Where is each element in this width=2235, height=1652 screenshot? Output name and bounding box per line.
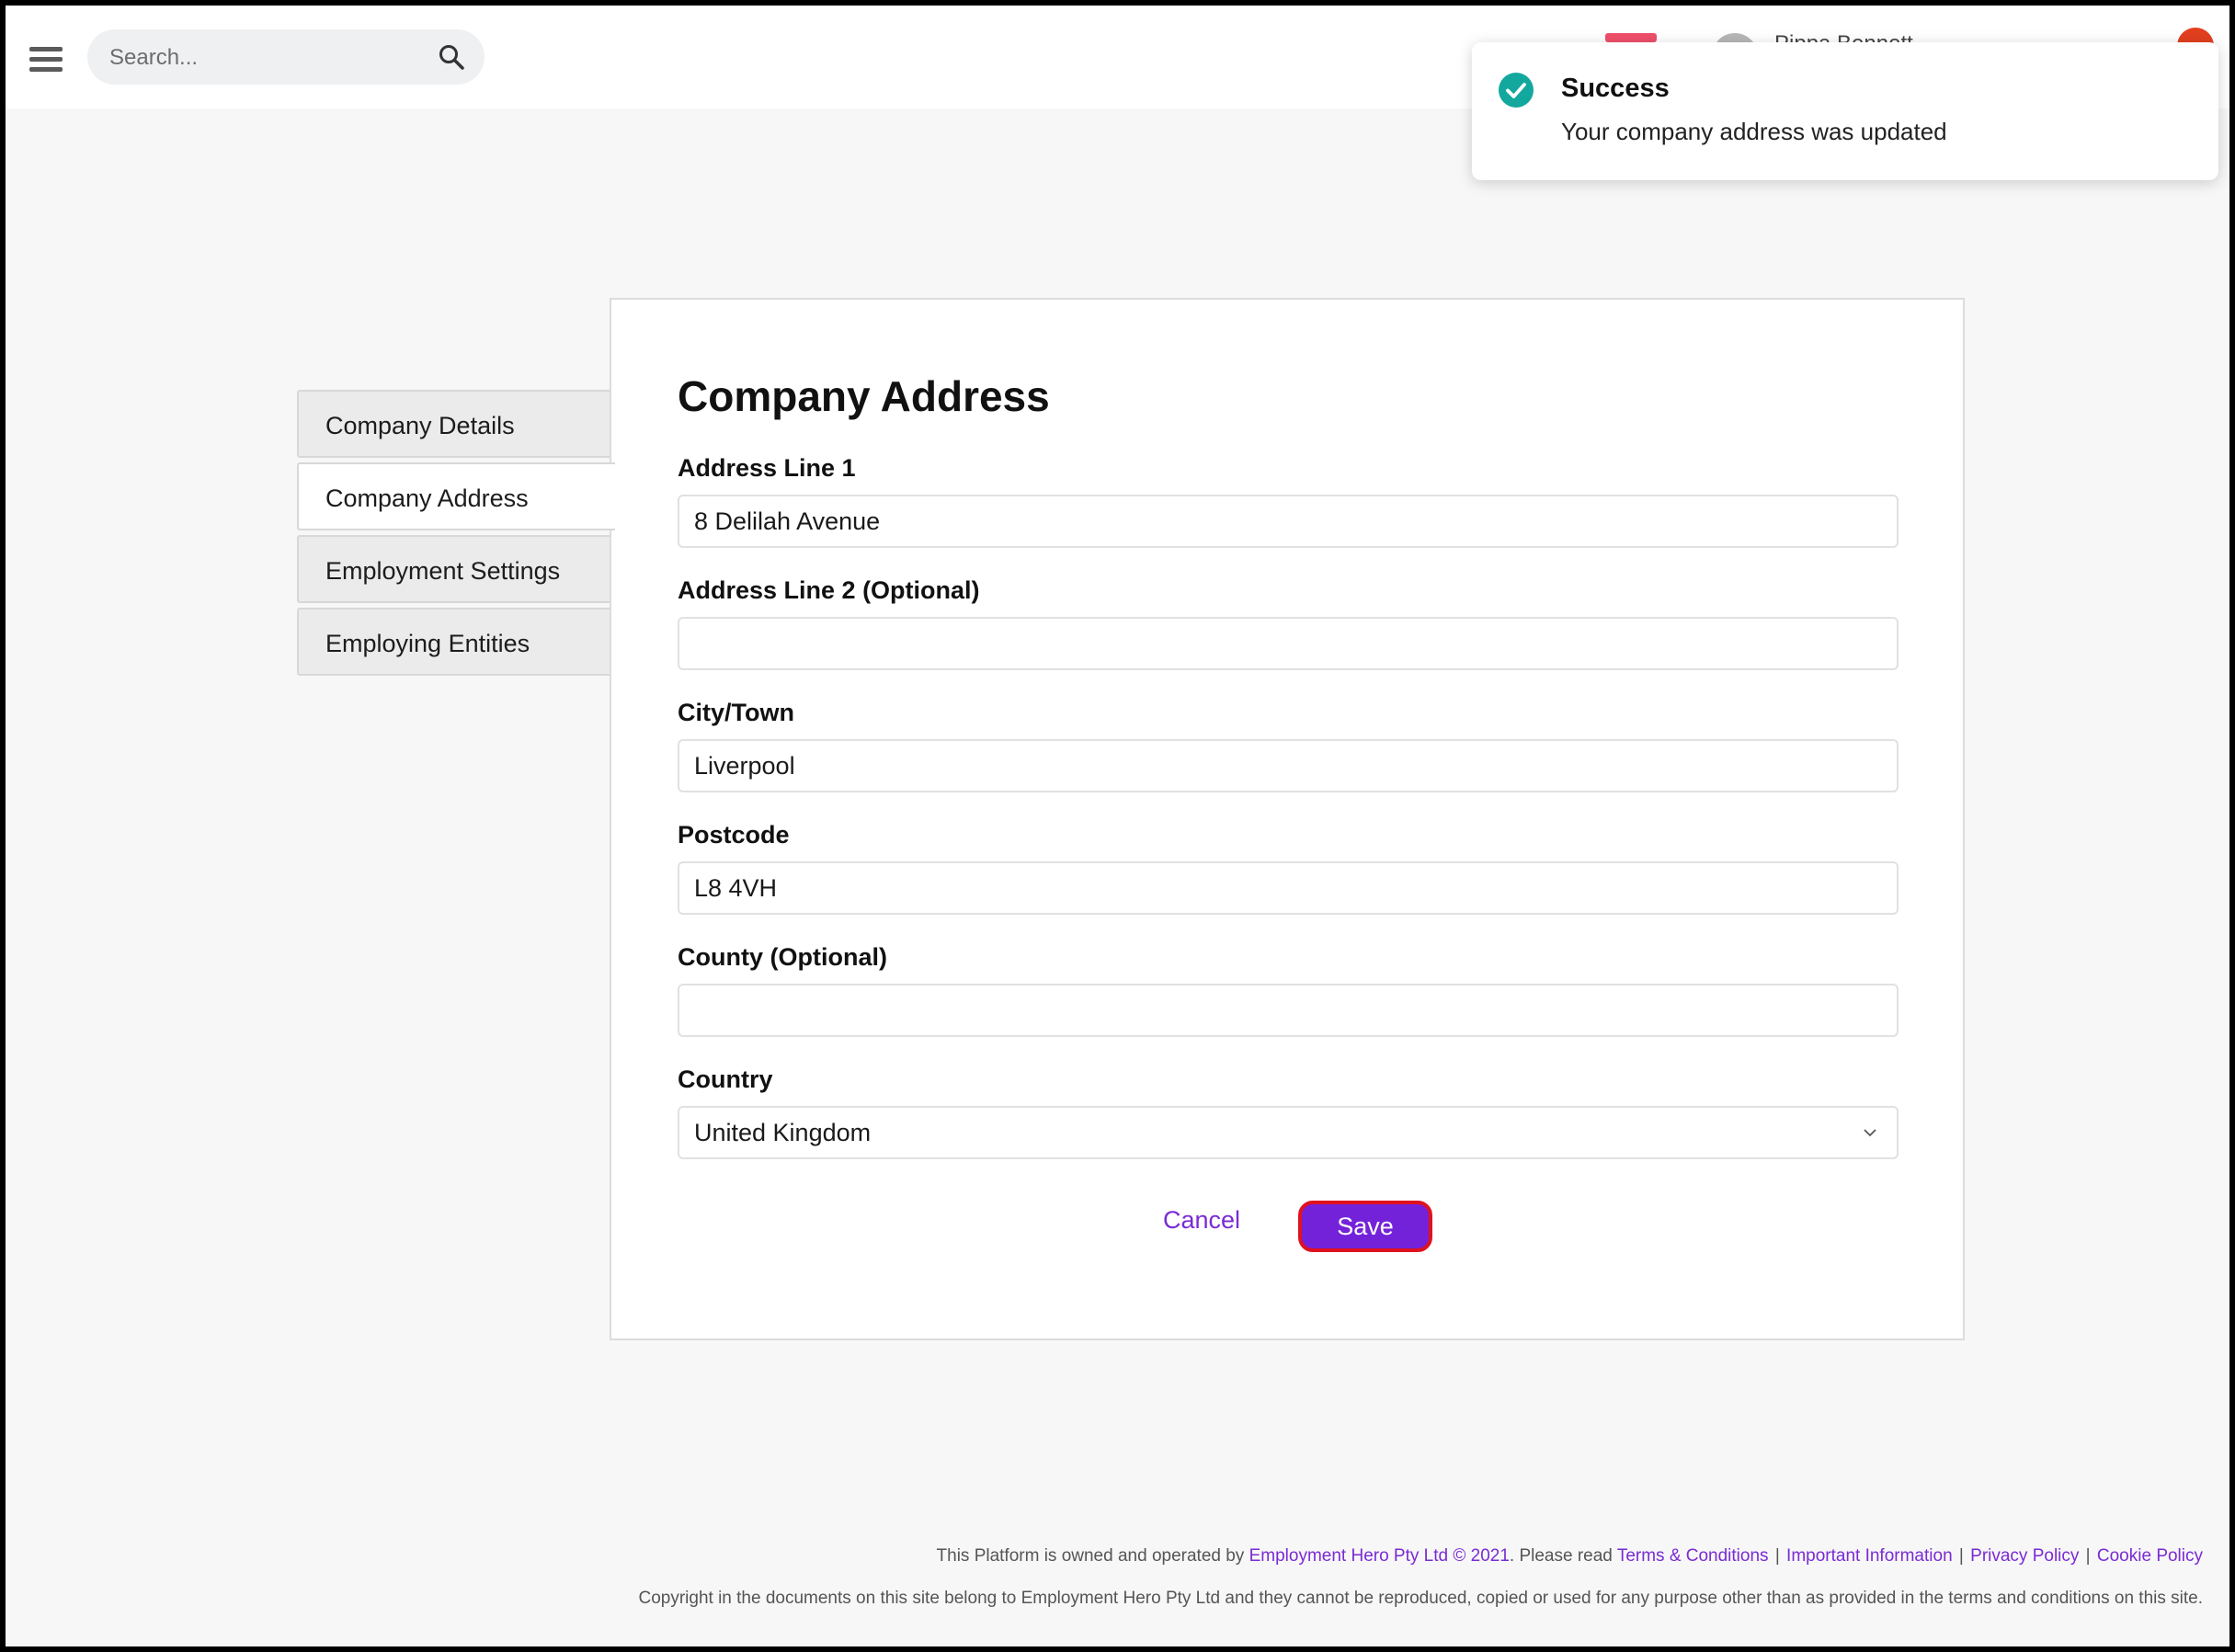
nav-item-employing-entities[interactable]: Employing Entities xyxy=(297,608,610,676)
page-title: Company Address xyxy=(678,372,1050,420)
postcode-label: Postcode xyxy=(678,821,790,849)
footer-terms-link[interactable]: Terms & Conditions xyxy=(1617,1546,1769,1566)
county-field[interactable] xyxy=(678,984,1899,1037)
footer-legal: This Platform is owned and operated by E… xyxy=(936,1546,2203,1566)
footer-copyright: Copyright in the documents on this site … xyxy=(638,1589,2203,1608)
address-line-1-label: Address Line 1 xyxy=(678,454,856,482)
nav-item-label: Employment Settings xyxy=(325,557,561,585)
nav-item-company-address[interactable]: Company Address xyxy=(297,462,615,530)
app-screen: Pippa Bennett Success Your company addre… xyxy=(6,6,2229,1646)
city-label: City/Town xyxy=(678,699,794,726)
address-line-1-field[interactable] xyxy=(678,495,1899,548)
address-line-2-label: Address Line 2 (Optional) xyxy=(678,576,980,604)
footer-prefix: This Platform is owned and operated by xyxy=(936,1546,1245,1566)
nav-item-label: Employing Entities xyxy=(325,630,530,657)
cancel-button[interactable]: Cancel xyxy=(1163,1206,1240,1235)
company-address-card: Company Address Address Line 1 Address L… xyxy=(610,298,1965,1340)
search-box[interactable] xyxy=(87,29,485,86)
footer-privacy-link[interactable]: Privacy Policy xyxy=(1970,1546,2079,1566)
footer-important-link[interactable]: Important Information xyxy=(1786,1546,1953,1566)
nav-item-employment-settings[interactable]: Employment Settings xyxy=(297,535,610,603)
country-label: Country xyxy=(678,1065,773,1093)
nav-item-label: Company Address xyxy=(325,484,529,512)
settings-nav: Company Details Company Address Employme… xyxy=(297,390,615,680)
city-field[interactable] xyxy=(678,739,1899,792)
notification-badge[interactable] xyxy=(1605,33,1657,42)
nav-item-label: Company Details xyxy=(325,412,515,439)
country-selected-value: United Kingdom xyxy=(694,1119,872,1146)
address-line-2-field[interactable] xyxy=(678,617,1899,670)
footer-company-link[interactable]: Employment Hero Pty Ltd © 2021 xyxy=(1249,1546,1510,1566)
check-circle-icon xyxy=(1499,73,1534,108)
footer-cookie-link[interactable]: Cookie Policy xyxy=(2097,1546,2203,1566)
county-label: County (Optional) xyxy=(678,943,887,971)
toast-message: Your company address was updated xyxy=(1561,118,1947,145)
postcode-field[interactable] xyxy=(678,861,1899,915)
footer-please-read: . Please read xyxy=(1509,1546,1613,1566)
search-icon[interactable] xyxy=(437,42,466,72)
save-button[interactable]: Save xyxy=(1298,1201,1432,1252)
menu-icon[interactable] xyxy=(29,47,63,73)
chevron-down-icon xyxy=(1864,1129,1876,1137)
search-input[interactable] xyxy=(108,29,415,86)
success-toast: Success Your company address was updated xyxy=(1472,42,2218,180)
nav-item-company-details[interactable]: Company Details xyxy=(297,390,610,458)
toast-title: Success xyxy=(1561,74,1670,103)
country-select[interactable]: United Kingdom xyxy=(678,1106,1899,1159)
